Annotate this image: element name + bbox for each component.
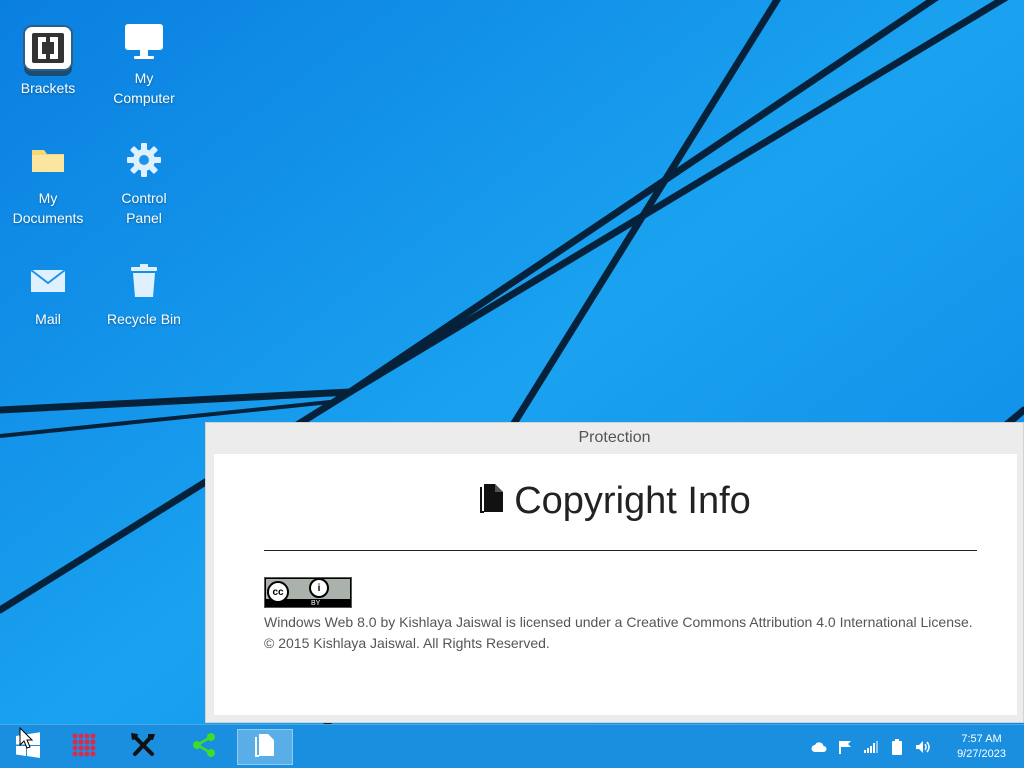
cc-logo-icon: cc (267, 581, 289, 603)
desktop-icon-mail[interactable]: Mail (0, 253, 96, 329)
system-tray (806, 725, 936, 768)
heading-text: Copyright Info (514, 480, 751, 522)
trash-icon (116, 253, 172, 309)
battery-icon[interactable] (884, 725, 910, 768)
protection-window: Protection Copyright Info cc i BY Window… (205, 422, 1024, 723)
taskbar-share-button[interactable] (176, 729, 232, 765)
cloud-icon[interactable] (806, 725, 832, 768)
page-title: Copyright Info (214, 480, 1017, 523)
mail-icon (20, 253, 76, 309)
desktop-icon-brackets[interactable]: Brackets (0, 22, 96, 98)
clock-date: 9/27/2023 (957, 748, 1006, 760)
share-icon (191, 732, 217, 762)
divider (264, 550, 977, 551)
window-title[interactable]: Protection (206, 423, 1023, 453)
apps-grid-icon (72, 733, 96, 761)
desktop-icon-label: My Documents (12, 190, 84, 226)
volume-icon[interactable] (910, 725, 936, 768)
attribution-icon: i (309, 578, 329, 598)
license-text: Windows Web 8.0 by Kishlaya Jaiswal is l… (264, 612, 977, 654)
copyright-line: © 2015 Kishlaya Jaiswal. All Rights Rese… (264, 635, 550, 651)
desktop-icon-label: Recycle Bin (107, 311, 181, 327)
desktop-icon-label: My Computer (113, 70, 175, 106)
taskbar-apps-button[interactable] (56, 729, 112, 765)
signal-icon[interactable] (858, 725, 884, 768)
window-content: Copyright Info cc i BY Windows Web 8.0 b… (214, 454, 1017, 715)
taskbar-clock[interactable]: 7:57 AM 9/27/2023 (957, 732, 1006, 762)
desktop-icon-label: Brackets (20, 80, 76, 96)
taskbar-tools-button[interactable] (116, 729, 172, 765)
desktop-icon-label: Mail (35, 311, 61, 327)
desktop-icon-recycle-bin[interactable]: Recycle Bin (96, 253, 192, 329)
mouse-cursor-icon (19, 727, 33, 749)
document-icon (255, 733, 275, 761)
folder-icon (20, 132, 76, 188)
flag-icon[interactable] (832, 725, 858, 768)
taskbar: 7:57 AM 9/27/2023 (0, 724, 1024, 768)
tools-icon (130, 732, 158, 762)
document-icon (480, 480, 504, 523)
taskbar-copyright-button[interactable] (237, 729, 293, 765)
brackets-icon (20, 22, 76, 78)
desktop-icon-my-computer[interactable]: My Computer (96, 12, 192, 108)
clock-time: 7:57 AM (961, 733, 1002, 745)
desktop-icon-label: Control Panel (121, 190, 167, 226)
monitor-icon (116, 12, 172, 68)
desktop-icon-control-panel[interactable]: Control Panel (96, 132, 192, 228)
badge-by-label: BY (311, 600, 321, 607)
cc-by-badge[interactable]: cc i BY (264, 577, 352, 608)
desktop-icon-my-documents[interactable]: My Documents (0, 132, 96, 228)
license-line: Windows Web 8.0 by Kishlaya Jaiswal is l… (264, 614, 973, 630)
gear-icon (116, 132, 172, 188)
